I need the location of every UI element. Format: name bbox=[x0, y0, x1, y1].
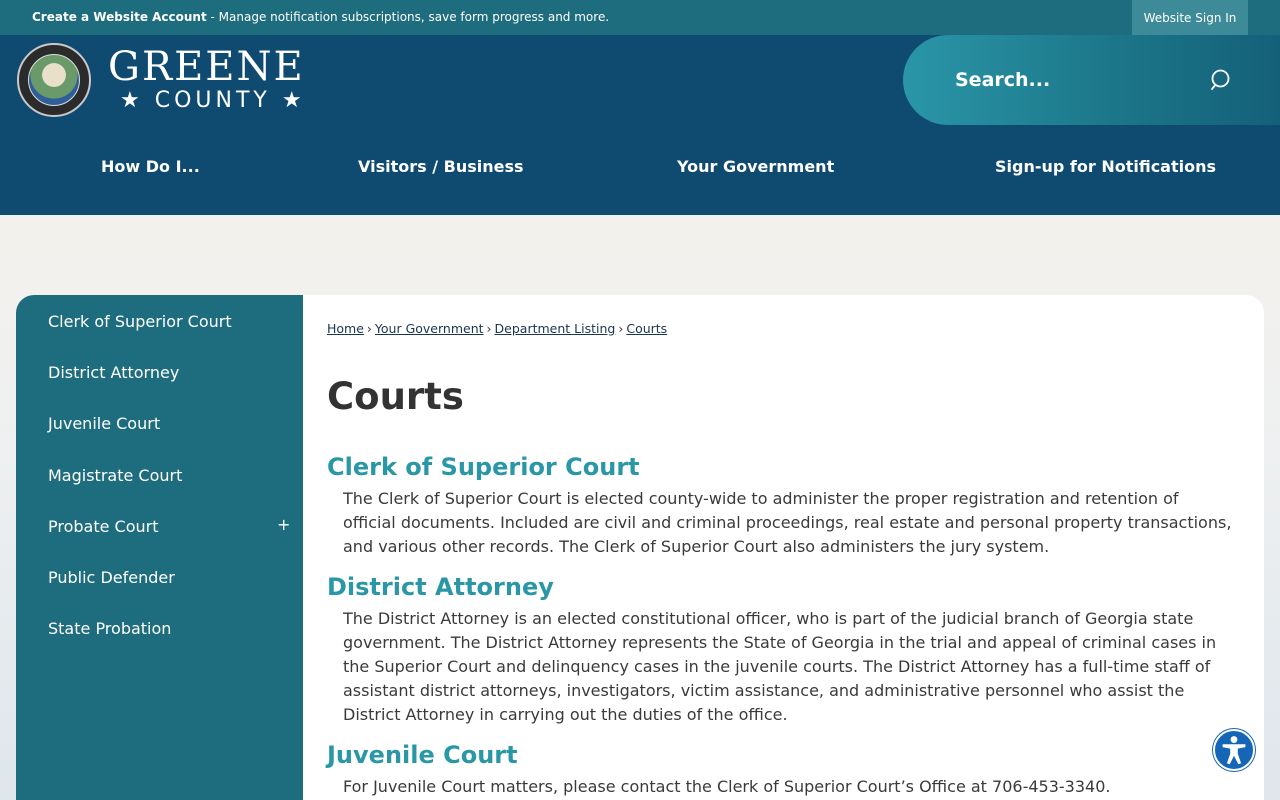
main-nav: How Do I... Visitors / Business Your Gov… bbox=[0, 145, 1280, 195]
breadcrumb-separator: › bbox=[486, 321, 492, 336]
site-logo-text[interactable]: GREENE ★ COUNTY ★ bbox=[108, 45, 306, 113]
sidebar-nav: Clerk of Superior Court District Attorne… bbox=[16, 295, 303, 800]
breadcrumb-separator: › bbox=[366, 321, 372, 336]
sidebar-item-probate-court[interactable]: Probate Court bbox=[48, 517, 159, 536]
section-heading-district-attorney[interactable]: District Attorney bbox=[327, 573, 554, 601]
top-bar: Create a Website Account - Manage notifi… bbox=[0, 0, 1280, 35]
breadcrumb: Home › Your Government › Department Listing ›… bbox=[327, 321, 667, 336]
nav-your-government[interactable]: Your Government bbox=[677, 157, 834, 176]
nav-visitors-business[interactable]: Visitors / Business bbox=[358, 157, 524, 176]
section-body-district-attorney: The District Attorney is an elected cons… bbox=[343, 609, 1217, 724]
breadcrumb-courts[interactable]: Courts bbox=[626, 321, 667, 336]
create-account-link[interactable]: Create a Website Account bbox=[32, 10, 207, 24]
logo-line-greene: GREENE bbox=[108, 44, 305, 90]
sidebar-item-public-defender[interactable]: Public Defender bbox=[48, 568, 175, 587]
website-sign-in-button[interactable]: Website Sign In bbox=[1132, 0, 1248, 35]
sidebar-item-juvenile-court[interactable]: Juvenile Court bbox=[48, 414, 160, 433]
section-heading-juvenile-court[interactable]: Juvenile Court bbox=[327, 741, 518, 769]
create-account-description: - Manage notification subscriptions, sav… bbox=[206, 10, 610, 24]
nav-sign-up-notifications[interactable]: Sign-up for Notifications bbox=[995, 157, 1216, 176]
section-heading-clerk-of-superior-court[interactable]: Clerk of Superior Court bbox=[327, 453, 640, 481]
sidebar-item-magistrate-court[interactable]: Magistrate Court bbox=[48, 466, 182, 485]
accessibility-icon bbox=[1222, 736, 1246, 765]
main-content: Home › Your Government › Department Listing ›… bbox=[303, 295, 1264, 800]
county-seal-logo[interactable] bbox=[17, 43, 91, 117]
seal-center bbox=[28, 54, 80, 106]
section-body-juvenile-court: For Juvenile Court matters, please conta… bbox=[343, 777, 1111, 796]
section-body-clerk-of-superior-court: The Clerk of Superior Court is elected c… bbox=[343, 489, 1232, 556]
sidebar-item-district-attorney[interactable]: District Attorney bbox=[48, 363, 179, 382]
search-icon[interactable] bbox=[1210, 68, 1234, 92]
page-title: Courts bbox=[327, 375, 464, 418]
expand-probate-court-toggle[interactable]: + bbox=[277, 515, 290, 534]
logo-line-county: ★ COUNTY ★ bbox=[120, 88, 306, 113]
breadcrumb-separator: › bbox=[618, 321, 624, 336]
breadcrumb-department-listing[interactable]: Department Listing bbox=[495, 321, 616, 336]
account-message: Create a Website Account - Manage notifi… bbox=[32, 10, 609, 24]
sidebar-item-clerk-of-superior-court[interactable]: Clerk of Superior Court bbox=[48, 312, 232, 331]
accessibility-button[interactable] bbox=[1213, 729, 1255, 771]
search-input[interactable] bbox=[955, 63, 1195, 97]
nav-how-do-i[interactable]: How Do I... bbox=[101, 157, 200, 176]
search-box bbox=[903, 35, 1280, 125]
sidebar-item-state-probation[interactable]: State Probation bbox=[48, 619, 171, 638]
breadcrumb-home[interactable]: Home bbox=[327, 321, 364, 336]
breadcrumb-your-government[interactable]: Your Government bbox=[375, 321, 484, 336]
site-header: GREENE ★ COUNTY ★ How Do I... Visitors /… bbox=[0, 35, 1280, 215]
